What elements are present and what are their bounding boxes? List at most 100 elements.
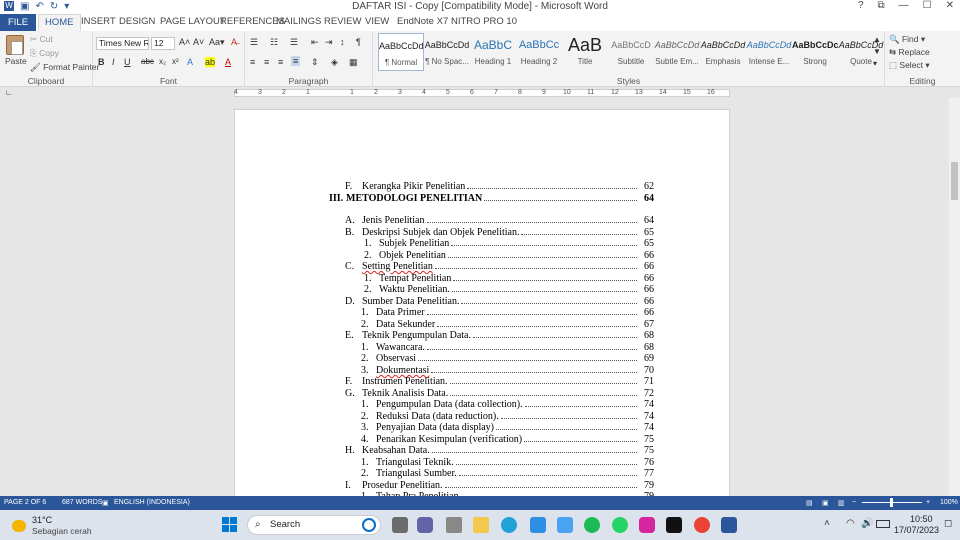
highlight-icon[interactable]: ab (205, 57, 216, 67)
spotify-icon[interactable] (584, 517, 600, 533)
numbering-icon[interactable]: ☷ (270, 37, 278, 48)
tab-file[interactable]: FILE (0, 14, 36, 31)
app-badge-icon[interactable] (530, 517, 546, 533)
text-effects-icon[interactable]: A (187, 57, 193, 67)
tab-home[interactable]: HOME (38, 14, 81, 31)
toc-entry[interactable]: III. METODOLOGI PENELITIAN 64 (329, 193, 654, 204)
style-normal[interactable]: AaBbCcDd ¶ Normal (378, 33, 424, 71)
grow-font-icon[interactable]: A˄ (179, 37, 190, 47)
scrollbar-thumb[interactable] (951, 162, 958, 200)
font-color-icon[interactable]: A (225, 57, 231, 67)
find-button[interactable]: 🔍 Find ▾ (889, 34, 925, 45)
toc-entry[interactable]: 1. Subjek Penelitian 65 (364, 238, 654, 249)
clear-formatting-icon[interactable]: A̶ (231, 37, 237, 47)
clock-date[interactable]: 17/07/2023 (894, 525, 939, 535)
tab-review[interactable]: REVIEW (324, 16, 361, 27)
minimize-button[interactable]: — (899, 0, 909, 11)
tab-selector-icon[interactable]: ∟ (5, 88, 13, 97)
tab-endnote[interactable]: EndNote X7 (397, 16, 448, 27)
change-case-icon[interactable]: Aa▾ (209, 37, 225, 48)
toc-entry[interactable]: F. Instrumen Penelitian. 71 (345, 376, 654, 387)
toc-entry[interactable]: 1. Wawancara. 68 (361, 342, 654, 353)
word-count[interactable]: 687 WORDS (62, 499, 102, 506)
paste-icon[interactable] (6, 35, 24, 55)
tiktok-icon[interactable] (666, 517, 682, 533)
toc-entry[interactable]: 1. Triangulasi Teknik. 76 (361, 457, 654, 468)
multilevel-list-icon[interactable]: ☰ (290, 37, 298, 48)
style-emphasis[interactable]: AaBbCcDd Emphasis (700, 33, 746, 71)
chrome-icon[interactable] (694, 517, 710, 533)
toc-entry[interactable]: 1. Pengumpulan Data (data collection). 74 (361, 399, 654, 410)
underline-icon[interactable]: U (124, 57, 131, 67)
style-intense-emphasis[interactable]: AaBbCcDd Intense E... (746, 33, 792, 71)
shrink-font-icon[interactable]: A˅ (193, 37, 204, 47)
tab-view[interactable]: VIEW (365, 16, 389, 27)
chat-icon[interactable] (417, 517, 433, 533)
style-no-spacing[interactable]: AaBbCcDd ¶ No Spac... (424, 33, 470, 71)
toc-entry[interactable]: B. Deskripsi Subjek dan Objek Penelitian.… (345, 227, 654, 238)
volume-icon[interactable]: 🔊 (861, 518, 873, 529)
toc-entry[interactable]: F. Kerangka Pikir Penelitian 62 (345, 181, 654, 192)
edge-icon[interactable] (501, 517, 517, 533)
file-explorer-icon[interactable] (473, 517, 489, 533)
tab-design[interactable]: DESIGN (119, 16, 155, 27)
toc-entry[interactable]: 2. Triangulasi Sumber. 77 (361, 468, 654, 479)
toc-entry[interactable]: E. Teknik Pengumpulan Data. 68 (345, 330, 654, 341)
style-subtitle[interactable]: AaBbCcD Subtitle (608, 33, 654, 71)
font-name-combo[interactable]: Times New R (96, 37, 149, 50)
replace-button[interactable]: ⇆ Replace (889, 47, 930, 58)
superscript-icon[interactable]: x² (172, 57, 179, 66)
decrease-indent-icon[interactable]: ⇤ (311, 37, 319, 48)
bold-icon[interactable]: B (98, 57, 105, 67)
store-icon[interactable] (446, 517, 462, 533)
align-right-icon[interactable]: ≡ (278, 57, 283, 67)
tab-page-layout[interactable]: PAGE LAYOUT (160, 16, 226, 27)
show-marks-icon[interactable]: ¶ (356, 37, 361, 47)
copy-button[interactable]: ⎘ Copy (30, 48, 59, 59)
help-button[interactable]: ? (858, 0, 864, 11)
style-title[interactable]: AaB Title (562, 33, 608, 71)
toc-entry[interactable]: 4. Penarikan Kesimpulan (verification) 75 (361, 434, 654, 445)
toc-entry[interactable]: 3. Penyajian Data (data display) 74 (361, 422, 654, 433)
print-layout-icon[interactable]: ▣ (822, 499, 829, 507)
todo-icon[interactable] (557, 517, 573, 533)
maximize-button[interactable]: ☐ (923, 0, 932, 11)
increase-indent-icon[interactable]: ⇥ (325, 37, 333, 48)
close-button[interactable]: ✕ (946, 0, 954, 11)
toc-entry[interactable]: I. Prosedur Penelitian. 79 (345, 480, 654, 491)
styles-more-icon[interactable]: ▾ (873, 59, 877, 68)
align-left-icon[interactable]: ≡ (250, 57, 255, 67)
styles-scroll-down-icon[interactable]: ▼ (873, 47, 881, 56)
start-icon[interactable] (222, 517, 238, 533)
clock-time[interactable]: 10:50 (910, 514, 933, 524)
zoom-slider-thumb[interactable] (890, 498, 893, 507)
toc-entry[interactable]: A. Jenis Penelitian 64 (345, 215, 654, 226)
toc-entry[interactable]: H. Keabsahan Data. 75 (345, 445, 654, 456)
toc-entry[interactable]: 2. Data Sekunder 67 (361, 319, 654, 330)
justify-icon[interactable]: ≡ (291, 56, 301, 66)
zoom-out-icon[interactable]: − (852, 499, 856, 506)
sort-icon[interactable]: ↕ (340, 37, 345, 47)
line-spacing-icon[interactable]: ⇕ (311, 57, 319, 68)
toc-entry[interactable]: 2. Waktu Penelitian. 66 (364, 284, 654, 295)
read-mode-icon[interactable]: ▤ (806, 499, 813, 507)
select-button[interactable]: ⬚ Select ▾ (889, 60, 930, 71)
toc-entry[interactable]: 1. Tempat Penelitian 66 (364, 273, 654, 284)
style-subtle-emphasis[interactable]: AaBbCcDd Subtle Em... (654, 33, 700, 71)
bullets-icon[interactable]: ☰ (250, 37, 258, 48)
style-strong[interactable]: AaBbCcDc Strong (792, 33, 838, 71)
toc-entry[interactable]: C. Setting Penelitian 66 (345, 261, 654, 272)
tray-chevron-icon[interactable]: ˄ (824, 518, 830, 529)
tab-nitro[interactable]: NITRO PRO 10 (451, 16, 517, 27)
subscript-icon[interactable]: x₂ (159, 57, 166, 66)
document-page[interactable]: F. Kerangka Pikir Penelitian 62 III. METODO… (234, 109, 730, 499)
word-taskbar-icon[interactable] (721, 517, 737, 533)
battery-icon[interactable] (876, 520, 890, 528)
style-heading-1[interactable]: AaBbC Heading 1 (470, 33, 516, 71)
proofing-icon[interactable]: ▣ (102, 499, 109, 507)
wifi-icon[interactable]: ◠ (846, 518, 855, 529)
language-indicator[interactable]: ENGLISH (INDONESIA) (114, 499, 190, 506)
zoom-in-icon[interactable]: + (926, 499, 930, 506)
format-painter-button[interactable]: 🖌 Format Painter (30, 62, 99, 73)
toc-entry[interactable]: 3. Dokumentasi 70 (361, 365, 654, 376)
